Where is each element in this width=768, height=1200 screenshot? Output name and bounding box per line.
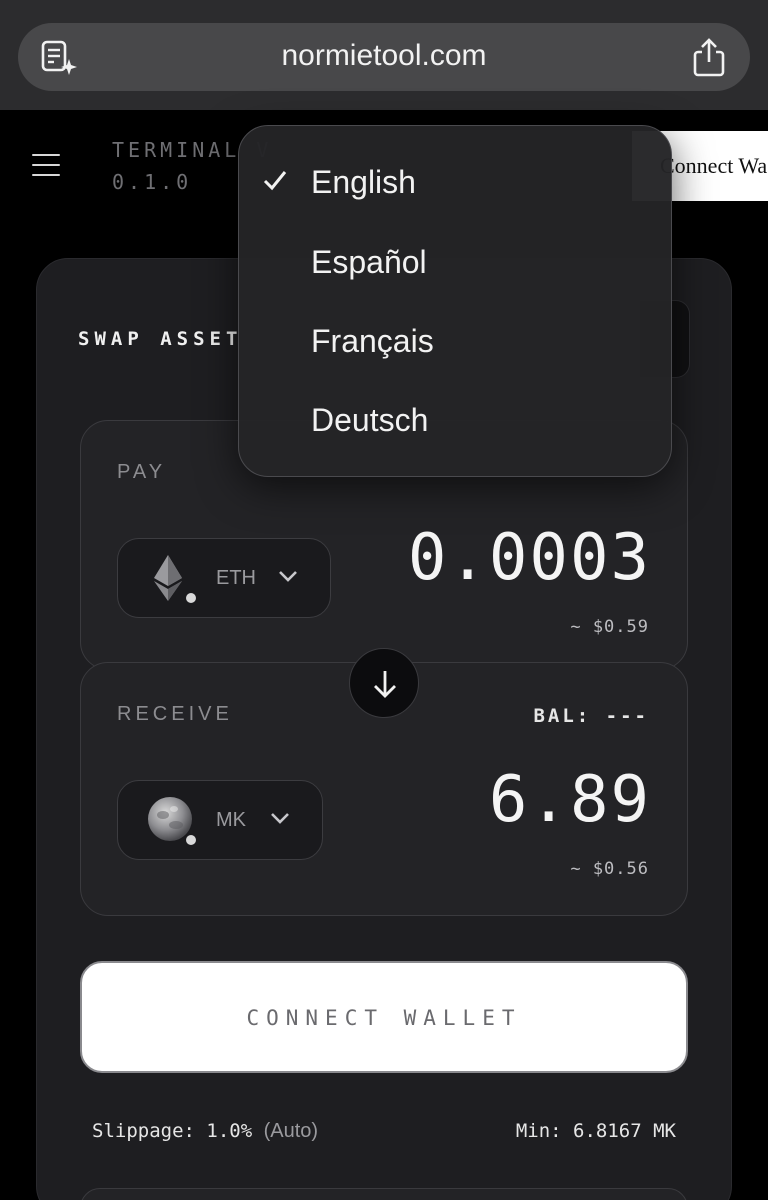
receive-amount: 6.89: [488, 763, 651, 837]
language-option-english[interactable]: English: [239, 146, 671, 218]
arrow-down-icon: [374, 671, 396, 698]
receive-label: RECEIVE: [117, 703, 233, 725]
pay-label: PAY: [117, 461, 167, 483]
menu-icon[interactable]: [32, 154, 60, 178]
app-version: 0.1.0: [112, 170, 193, 194]
language-label: English: [311, 164, 416, 200]
network-badge-icon: [184, 591, 198, 605]
pay-amount[interactable]: 0.0003: [408, 521, 651, 595]
language-menu: English Español Français Deutsch: [238, 125, 672, 477]
url-text[interactable]: normietool.com: [18, 23, 750, 91]
slippage-mode: (Auto): [263, 1120, 319, 1142]
language-option-espanol[interactable]: Español: [239, 226, 671, 298]
swap-direction-button[interactable]: [349, 648, 419, 718]
language-label: Deutsch: [311, 402, 429, 438]
language-label: Español: [311, 244, 427, 280]
route-panel: [80, 1188, 688, 1200]
connect-wallet-button[interactable]: CONNECT WALLET: [80, 961, 688, 1073]
network-badge-icon: [184, 833, 198, 847]
chevron-down-icon: [271, 813, 289, 824]
pay-token-select[interactable]: ETH: [117, 538, 331, 618]
address-bar[interactable]: normietool.com: [18, 23, 750, 91]
pay-token-name: ETH: [216, 567, 256, 589]
slippage-value: Slippage: 1.0%: [92, 1120, 253, 1142]
pay-usd-value: ~ $0.59: [570, 617, 649, 637]
receive-token-name: MK: [216, 809, 246, 831]
checkmark-icon: [263, 171, 287, 191]
slippage-info[interactable]: Slippage: 1.0% (Auto): [92, 1120, 318, 1143]
language-option-deutsch[interactable]: Deutsch: [239, 384, 671, 456]
min-received: Min: 6.8167 MK: [515, 1120, 676, 1142]
swap-title: SWAP ASSET: [78, 328, 243, 350]
receive-balance: BAL: ---: [533, 705, 649, 727]
browser-toolbar: normietool.com: [0, 0, 768, 110]
receive-token-select[interactable]: MK: [117, 780, 323, 860]
share-icon[interactable]: [692, 37, 726, 77]
language-option-francais[interactable]: Français: [239, 305, 671, 377]
receive-usd-value: ~ $0.56: [570, 859, 649, 879]
chevron-down-icon: [279, 571, 297, 582]
language-label: Français: [311, 323, 434, 359]
